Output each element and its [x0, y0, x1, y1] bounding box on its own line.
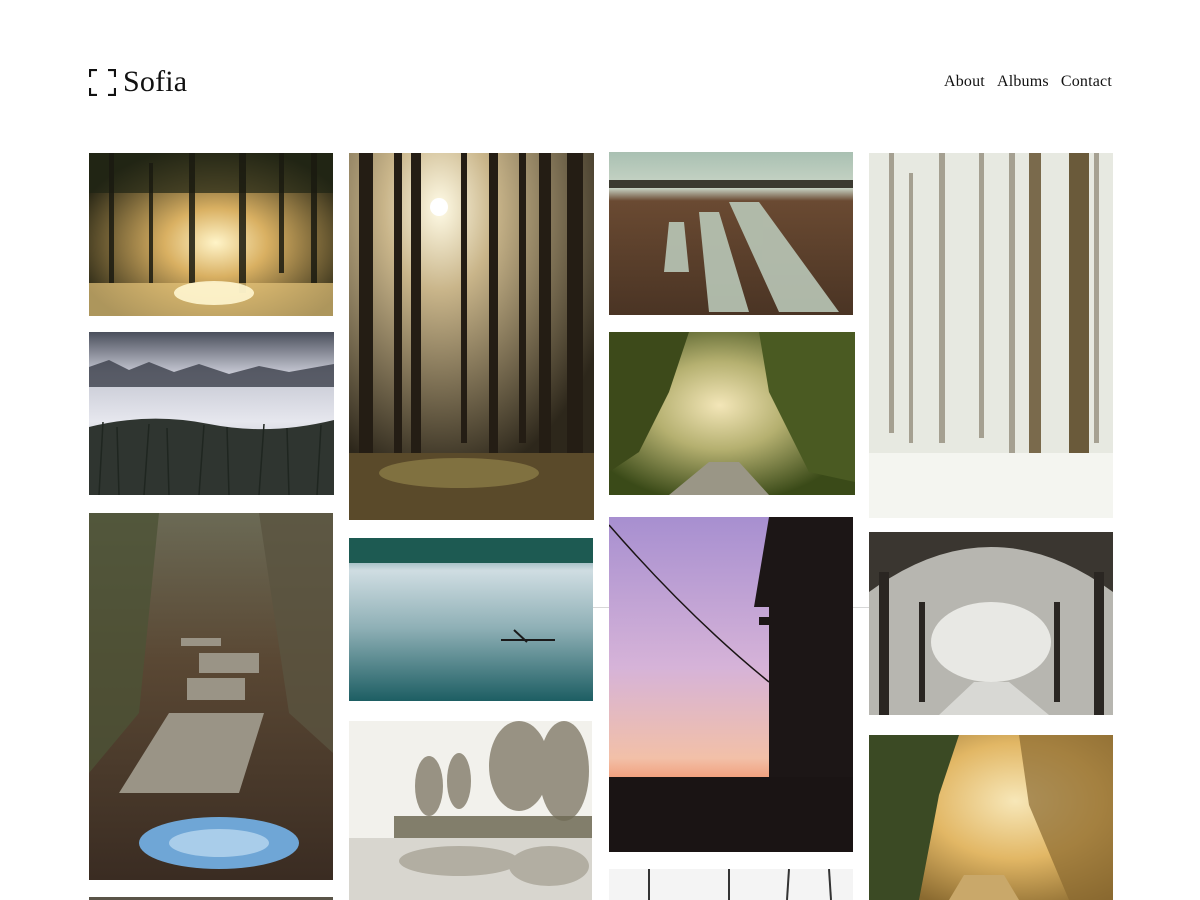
photo-tile-snowy-birches[interactable]	[869, 153, 1113, 518]
photo-tile-boardwalk[interactable]	[89, 513, 333, 880]
site-title: Sofia	[123, 65, 188, 98]
photo-tile-misty-lake-reeds[interactable]	[89, 332, 334, 495]
photo-tile-autumn-road[interactable]	[609, 332, 855, 495]
photo-tile-forest-sunbeams[interactable]	[89, 153, 333, 316]
photo-tile-foggy-teal-lake[interactable]	[349, 538, 593, 701]
main-nav: About Albums Contact	[944, 73, 1112, 91]
photo-tile-flooded-field[interactable]	[609, 152, 853, 315]
site-logo[interactable]: Sofia	[89, 62, 187, 102]
nav-link-about[interactable]: About	[944, 73, 985, 91]
viewfinder-bracket-icon	[89, 68, 116, 96]
nav-link-albums[interactable]: Albums	[997, 73, 1049, 91]
photo-tile-sunset-house[interactable]	[609, 517, 853, 852]
photo-tile-pine-forest-sun[interactable]	[349, 153, 594, 520]
divider-line	[853, 607, 869, 608]
nav-link-contact[interactable]: Contact	[1061, 73, 1112, 91]
site-header: Sofia About Albums Contact	[0, 0, 1200, 130]
photo-tile-snowy-tree-arch[interactable]	[869, 532, 1113, 715]
photo-tile-bare-trees[interactable]	[609, 869, 853, 900]
divider-line	[593, 607, 609, 608]
photo-tile-golden-forest[interactable]	[869, 735, 1113, 900]
photo-tile-foggy-shoreline[interactable]	[349, 721, 592, 900]
